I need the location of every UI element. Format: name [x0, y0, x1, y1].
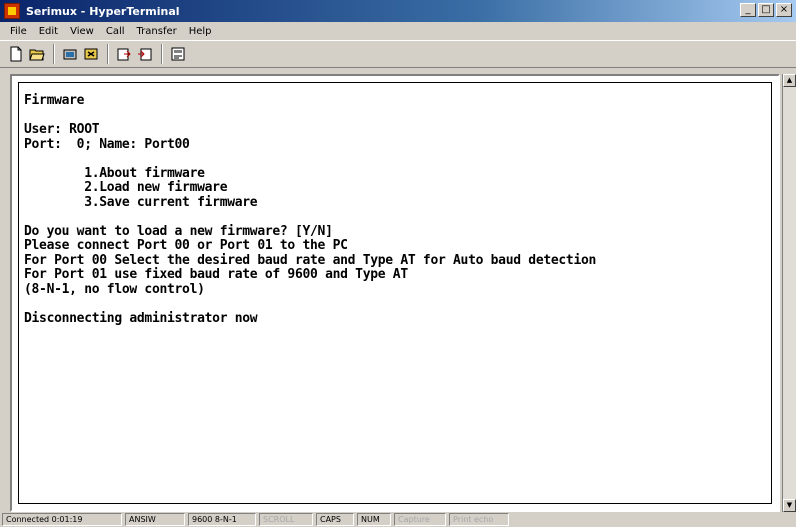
terminal-line: Firmware: [24, 93, 85, 108]
status-settings: 9600 8-N-1: [188, 513, 256, 526]
receive-button[interactable]: [135, 44, 155, 64]
terminal-line: Port: 0; Name: Port00: [24, 136, 190, 152]
terminal-line: 2.Load new firmware: [24, 180, 228, 195]
window-controls: _ □ ×: [740, 3, 792, 17]
terminal-output[interactable]: Firmware User: ROOT Port: 0; Name: Port00…: [24, 93, 772, 504]
terminal-line: (8-N-1, no flow control): [24, 281, 205, 297]
status-scroll: SCROLL: [259, 513, 313, 526]
toolbar: [0, 40, 796, 68]
status-capture: Capture: [394, 513, 446, 526]
terminal-line: Please connect Port 00 or Port 01 to the…: [24, 238, 348, 253]
close-button[interactable]: ×: [776, 3, 792, 17]
connect-button[interactable]: [60, 44, 80, 64]
disconnect-button[interactable]: [81, 44, 101, 64]
scroll-up-icon[interactable]: ▲: [783, 74, 796, 87]
app-icon[interactable]: [4, 3, 20, 19]
hyperterminal-window: Serimux - HyperTerminal _ □ × File Edit …: [0, 0, 796, 527]
status-bar: Connected 0:01:19 ANSIW 9600 8-N-1 SCROL…: [0, 512, 796, 527]
menu-view[interactable]: View: [64, 26, 100, 37]
menu-transfer[interactable]: Transfer: [131, 26, 183, 37]
menu-edit[interactable]: Edit: [33, 26, 64, 37]
open-button[interactable]: [27, 44, 47, 64]
send-button[interactable]: [114, 44, 134, 64]
status-caps: CAPS: [316, 513, 354, 526]
window-title: Serimux - HyperTerminal: [26, 4, 180, 18]
properties-button[interactable]: [168, 44, 188, 64]
status-emulation: ANSIW: [125, 513, 185, 526]
open-icon: [29, 49, 45, 61]
menu-call[interactable]: Call: [100, 26, 131, 37]
title-bar[interactable]: Serimux - HyperTerminal _ □ ×: [0, 0, 796, 22]
send-icon: [117, 48, 131, 61]
terminal-line: 1.About firmware: [24, 165, 205, 181]
menu-file[interactable]: File: [4, 26, 33, 37]
disconnect-icon: [84, 48, 98, 60]
properties-icon: [171, 47, 185, 61]
terminal-line: For Port 00 Select the desired baud rate…: [24, 252, 597, 268]
maximize-button[interactable]: □: [758, 3, 774, 17]
connect-icon: [63, 49, 77, 60]
terminal-line: User: ROOT: [24, 122, 100, 137]
toolbar-separator: [107, 44, 109, 64]
toolbar-separator: [53, 44, 55, 64]
receive-icon: [138, 48, 152, 61]
toolbar-separator: [161, 44, 163, 64]
vertical-scrollbar[interactable]: ▲ ▼: [782, 74, 796, 512]
terminal-line: Disconnecting administrator now: [24, 310, 258, 326]
menu-bar: File Edit View Call Transfer Help: [0, 22, 796, 40]
scroll-down-icon[interactable]: ▼: [783, 499, 796, 512]
new-connection-button[interactable]: [6, 44, 26, 64]
status-connected: Connected 0:01:19: [2, 513, 122, 526]
new-icon: [10, 46, 22, 62]
terminal-frame: Firmware User: ROOT Port: 0; Name: Port00…: [10, 74, 780, 512]
terminal-line: 3.Save current firmware: [24, 194, 258, 210]
terminal-line: Do you want to load a new firmware? [Y/N…: [24, 223, 333, 239]
minimize-button[interactable]: _: [740, 3, 756, 17]
menu-help[interactable]: Help: [183, 26, 218, 37]
status-print-echo: Print echo: [449, 513, 509, 526]
status-num: NUM: [357, 513, 391, 526]
terminal-line: For Port 01 use fixed baud rate of 9600 …: [24, 267, 408, 282]
